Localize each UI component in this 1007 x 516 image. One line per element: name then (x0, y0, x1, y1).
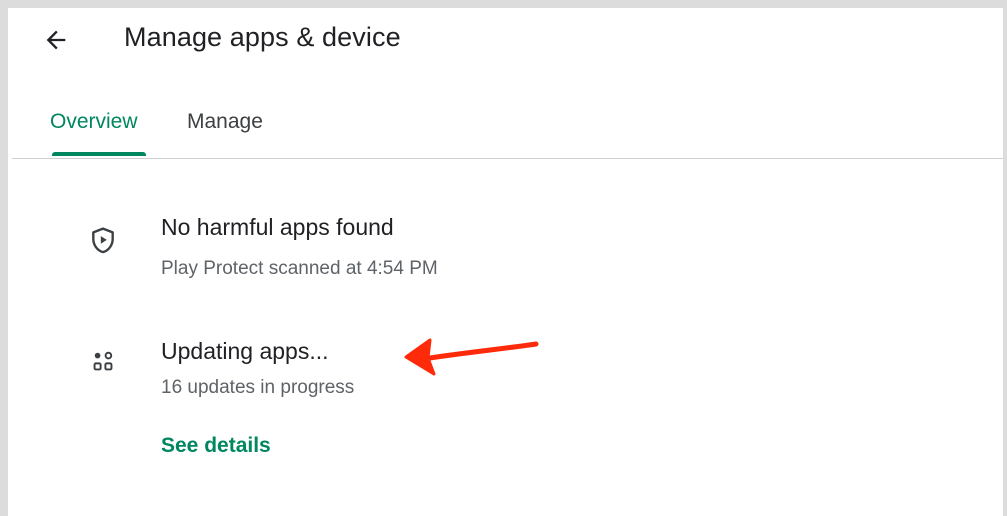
updating-apps-title[interactable]: Updating apps... (161, 338, 329, 365)
screenshot-border-right (1003, 0, 1007, 516)
play-protect-subtitle: Play Protect scanned at 4:54 PM (161, 258, 438, 279)
tab-overview[interactable]: Overview (50, 110, 138, 134)
apps-grid-icon (88, 346, 118, 376)
tab-manage[interactable]: Manage (187, 110, 263, 134)
manage-apps-screen: Manage apps & device Overview Manage No … (12, 8, 1003, 516)
updates-progress-text: 16 updates in progress (161, 377, 355, 398)
play-protect-title[interactable]: No harmful apps found (161, 214, 394, 241)
screenshot-border-top (0, 0, 1007, 8)
back-button[interactable] (38, 22, 74, 58)
screenshot-border-left (0, 0, 8, 516)
tab-bar: Overview Manage (12, 100, 1003, 158)
tab-divider (12, 158, 1003, 159)
arrow-back-icon (46, 30, 66, 50)
tab-selected-indicator (52, 152, 146, 156)
shield-play-icon (88, 226, 118, 256)
page-title: Manage apps & device (124, 22, 401, 52)
see-details-link[interactable]: See details (161, 434, 271, 458)
red-arrow-icon (404, 338, 539, 376)
